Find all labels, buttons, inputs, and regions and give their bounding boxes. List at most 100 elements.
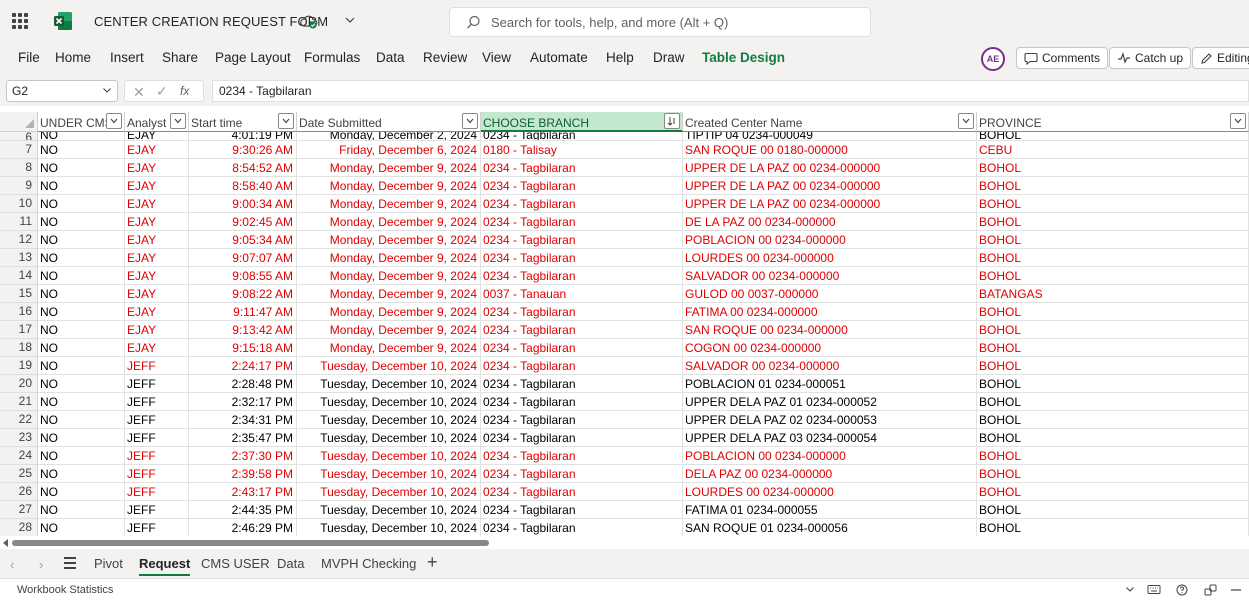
table-cell[interactable]: 9:07:07 AM: [189, 249, 297, 267]
table-cell[interactable]: 0234 - Tagbilaran: [481, 429, 683, 447]
table-cell[interactable]: BOHOL: [977, 411, 1249, 429]
tab-review[interactable]: Review: [423, 50, 467, 65]
chevron-down-icon[interactable]: [344, 14, 356, 26]
search-box[interactable]: Search for tools, help, and more (Alt + …: [449, 7, 871, 37]
table-cell[interactable]: 0234 - Tagbilaran: [481, 177, 683, 195]
filter-dropdown-icon[interactable]: [106, 113, 122, 129]
table-cell[interactable]: 0234 - Tagbilaran: [481, 375, 683, 393]
table-cell[interactable]: CEBU: [977, 141, 1249, 159]
table-cell[interactable]: 9:05:34 AM: [189, 231, 297, 249]
insert-function-icon[interactable]: fx: [180, 84, 189, 98]
table-cell[interactable]: BOHOL: [977, 321, 1249, 339]
table-cell[interactable]: LOURDES 00 0234-000000: [683, 483, 977, 501]
table-cell[interactable]: BOHOL: [977, 249, 1249, 267]
table-cell[interactable]: SALVADOR 00 0234-000000: [683, 267, 977, 285]
table-cell[interactable]: Monday, December 9, 2024: [297, 177, 481, 195]
table-cell[interactable]: JEFF: [125, 465, 189, 483]
table-cell[interactable]: 0180 - Talisay: [481, 141, 683, 159]
table-cell[interactable]: Friday, December 6, 2024: [297, 141, 481, 159]
table-cell[interactable]: SALVADOR 00 0234-000000: [683, 357, 977, 375]
sheet-tab-mvph-checking[interactable]: MVPH Checking: [321, 556, 416, 571]
table-cell[interactable]: BOHOL: [977, 195, 1249, 213]
next-sheet-icon[interactable]: ›: [39, 557, 43, 572]
tab-home[interactable]: Home: [55, 50, 91, 65]
filter-dropdown-icon[interactable]: [278, 113, 294, 129]
all-sheets-menu-icon[interactable]: [64, 557, 76, 572]
table-cell[interactable]: Monday, December 9, 2024: [297, 285, 481, 303]
header-under-cms[interactable]: UNDER CMS: [38, 112, 125, 132]
table-cell[interactable]: Tuesday, December 10, 2024: [297, 465, 481, 483]
table-cell[interactable]: NO: [38, 339, 125, 357]
table-cell[interactable]: BOHOL: [977, 483, 1249, 501]
table-cell[interactable]: UPPER DELA PAZ 03 0234-000054: [683, 429, 977, 447]
table-cell[interactable]: POBLACION 00 0234-000000: [683, 447, 977, 465]
table-cell[interactable]: Tuesday, December 10, 2024: [297, 375, 481, 393]
table-cell[interactable]: EJAY: [125, 132, 189, 141]
table-cell[interactable]: BOHOL: [977, 393, 1249, 411]
document-title[interactable]: CENTER CREATION REQUEST FORM: [94, 14, 328, 29]
row-number[interactable]: 12: [0, 231, 38, 249]
table-cell[interactable]: 0234 - Tagbilaran: [481, 483, 683, 501]
table-cell[interactable]: 0234 - Tagbilaran: [481, 321, 683, 339]
row-number[interactable]: 8: [0, 159, 38, 177]
table-cell[interactable]: EJAY: [125, 267, 189, 285]
formula-input[interactable]: 0234 - Tagbilaran: [212, 80, 1249, 102]
feedback-icon[interactable]: [1204, 584, 1217, 596]
sheet-tab-data[interactable]: Data: [277, 556, 304, 571]
table-cell[interactable]: BATANGAS: [977, 285, 1249, 303]
table-cell[interactable]: EJAY: [125, 159, 189, 177]
tab-table-design[interactable]: Table Design: [702, 50, 785, 65]
table-cell[interactable]: NO: [38, 132, 125, 141]
table-cell[interactable]: EJAY: [125, 213, 189, 231]
table-cell[interactable]: 2:34:31 PM: [189, 411, 297, 429]
table-cell[interactable]: 0234 - Tagbilaran: [481, 249, 683, 267]
row-number[interactable]: 6: [0, 132, 38, 141]
table-cell[interactable]: JEFF: [125, 483, 189, 501]
table-cell[interactable]: Monday, December 9, 2024: [297, 159, 481, 177]
table-cell[interactable]: Tuesday, December 10, 2024: [297, 357, 481, 375]
table-cell[interactable]: 9:08:22 AM: [189, 285, 297, 303]
table-cell[interactable]: Monday, December 9, 2024: [297, 321, 481, 339]
table-cell[interactable]: SAN ROQUE 01 0234-000056: [683, 519, 977, 536]
table-cell[interactable]: NO: [38, 447, 125, 465]
table-cell[interactable]: JEFF: [125, 429, 189, 447]
table-cell[interactable]: 2:46:29 PM: [189, 519, 297, 536]
sheet-tab-request[interactable]: Request: [139, 556, 191, 576]
table-cell[interactable]: BOHOL: [977, 465, 1249, 483]
table-cell[interactable]: TIPTIP 04 0234-000049: [683, 132, 977, 141]
table-cell[interactable]: Tuesday, December 10, 2024: [297, 411, 481, 429]
tab-automate[interactable]: Automate: [530, 50, 588, 65]
table-cell[interactable]: NO: [38, 375, 125, 393]
table-cell[interactable]: NO: [38, 231, 125, 249]
table-cell[interactable]: EJAY: [125, 177, 189, 195]
table-cell[interactable]: GULOD 00 0037-000000: [683, 285, 977, 303]
row-number[interactable]: 19: [0, 357, 38, 375]
table-cell[interactable]: NO: [38, 465, 125, 483]
table-cell[interactable]: 9:30:26 AM: [189, 141, 297, 159]
table-cell[interactable]: BOHOL: [977, 375, 1249, 393]
table-cell[interactable]: 9:11:47 AM: [189, 303, 297, 321]
table-cell[interactable]: 0234 - Tagbilaran: [481, 303, 683, 321]
prev-sheet-icon[interactable]: ‹: [10, 557, 14, 572]
table-cell[interactable]: Tuesday, December 10, 2024: [297, 393, 481, 411]
table-cell[interactable]: Monday, December 9, 2024: [297, 195, 481, 213]
table-cell[interactable]: BOHOL: [977, 429, 1249, 447]
table-cell[interactable]: 2:43:17 PM: [189, 483, 297, 501]
table-cell[interactable]: FATIMA 00 0234-000000: [683, 303, 977, 321]
sort-filter-icon[interactable]: [664, 113, 680, 129]
table-cell[interactable]: 2:24:17 PM: [189, 357, 297, 375]
saved-cloud-icon[interactable]: [300, 14, 318, 30]
table-cell[interactable]: FATIMA 01 0234-000055: [683, 501, 977, 519]
table-cell[interactable]: BOHOL: [977, 339, 1249, 357]
table-cell[interactable]: 2:32:17 PM: [189, 393, 297, 411]
table-cell[interactable]: BOHOL: [977, 177, 1249, 195]
table-cell[interactable]: 0234 - Tagbilaran: [481, 339, 683, 357]
sheet-tab-pivot[interactable]: Pivot: [94, 556, 123, 571]
table-cell[interactable]: SAN ROQUE 00 0234-000000: [683, 321, 977, 339]
table-cell[interactable]: NO: [38, 411, 125, 429]
row-number[interactable]: 10: [0, 195, 38, 213]
header-date-submitted[interactable]: Date Submitted: [297, 112, 481, 132]
table-cell[interactable]: NO: [38, 249, 125, 267]
table-cell[interactable]: Monday, December 2, 2024: [297, 132, 481, 141]
row-number[interactable]: 15: [0, 285, 38, 303]
